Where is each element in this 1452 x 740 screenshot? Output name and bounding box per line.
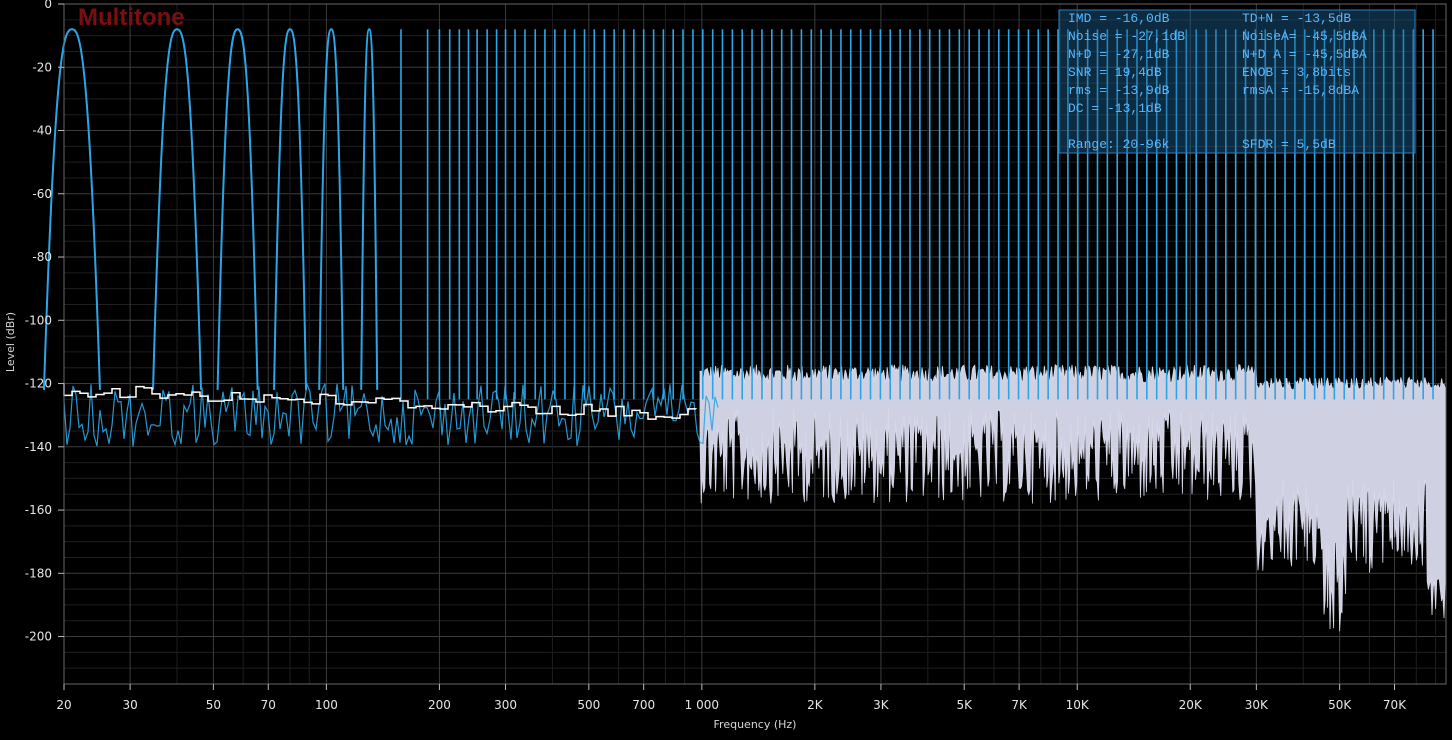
y-tick-label: -100 xyxy=(25,313,52,327)
stats-right: ENOB = 3,8bits xyxy=(1242,65,1351,80)
x-tick-label: 10K xyxy=(1066,698,1090,712)
y-tick-label: -160 xyxy=(25,503,52,517)
stats-right: TD+N = -13,5dB xyxy=(1242,11,1351,26)
y-tick-label: -180 xyxy=(25,566,52,580)
x-tick-label: 30 xyxy=(122,698,137,712)
y-tick-label: -20 xyxy=(32,60,52,74)
x-tick-label: 50 xyxy=(206,698,221,712)
stats-right: rmsA = -15,8dBA xyxy=(1242,83,1359,98)
stats-left: rms = -13,9dB xyxy=(1068,83,1170,98)
x-tick-label: 200 xyxy=(428,698,451,712)
stats-left: DC = -13,1dB xyxy=(1068,101,1162,116)
stats-right: NoiseA= -45,5dBA xyxy=(1242,29,1367,44)
y-axis-label: Level (dBr) xyxy=(4,312,17,372)
chart-title: Multitone xyxy=(78,4,185,31)
x-tick-label: 70K xyxy=(1383,698,1407,712)
x-tick-label: 700 xyxy=(632,698,655,712)
x-tick-label: 300 xyxy=(494,698,517,712)
x-tick-label: 20K xyxy=(1179,698,1203,712)
stats-right: SFDR = 5,5dB xyxy=(1242,137,1336,152)
x-tick-label: 50K xyxy=(1328,698,1352,712)
x-tick-label: 3K xyxy=(873,698,890,712)
x-tick-label: 5K xyxy=(956,698,973,712)
y-tick-label: -60 xyxy=(32,187,52,201)
y-tick-label: -200 xyxy=(25,630,52,644)
y-tick-label: 0 xyxy=(44,0,52,11)
stats-right: N+D A = -45,5dBA xyxy=(1242,47,1367,62)
x-tick-label: 500 xyxy=(577,698,600,712)
y-tick-label: -120 xyxy=(25,377,52,391)
y-tick-label: -40 xyxy=(32,124,52,138)
x-tick-label: 1 000 xyxy=(685,698,719,712)
measurement-stats-panel: IMD = -16,0dB TD+N = -13,5dB Noise = -27,1… xyxy=(1058,9,1416,154)
x-tick-label: 70 xyxy=(261,698,276,712)
x-tick-label: 2K xyxy=(807,698,824,712)
multitone-chart: 0 -20 -40 -60 -80 -100 -120 -140 -160 -180 -200 20… xyxy=(0,0,1452,740)
x-tick-label: 20 xyxy=(56,698,71,712)
x-tick-label: 7K xyxy=(1011,698,1028,712)
y-tick-label: -140 xyxy=(25,440,52,454)
stats-left: Range: 20-96k xyxy=(1068,137,1170,152)
x-tick-label: 100 xyxy=(315,698,338,712)
x-axis-label: Frequency (Hz) xyxy=(714,718,797,731)
stats-left: IMD = -16,0dB xyxy=(1068,11,1170,26)
stats-left: Noise = -27,1dB xyxy=(1068,29,1185,44)
y-tick-label: -80 xyxy=(32,250,52,264)
stats-left: SNR = 19,4dB xyxy=(1068,65,1162,80)
stats-left: N+D = -27,1dB xyxy=(1068,47,1170,62)
x-tick-label: 30K xyxy=(1245,698,1269,712)
